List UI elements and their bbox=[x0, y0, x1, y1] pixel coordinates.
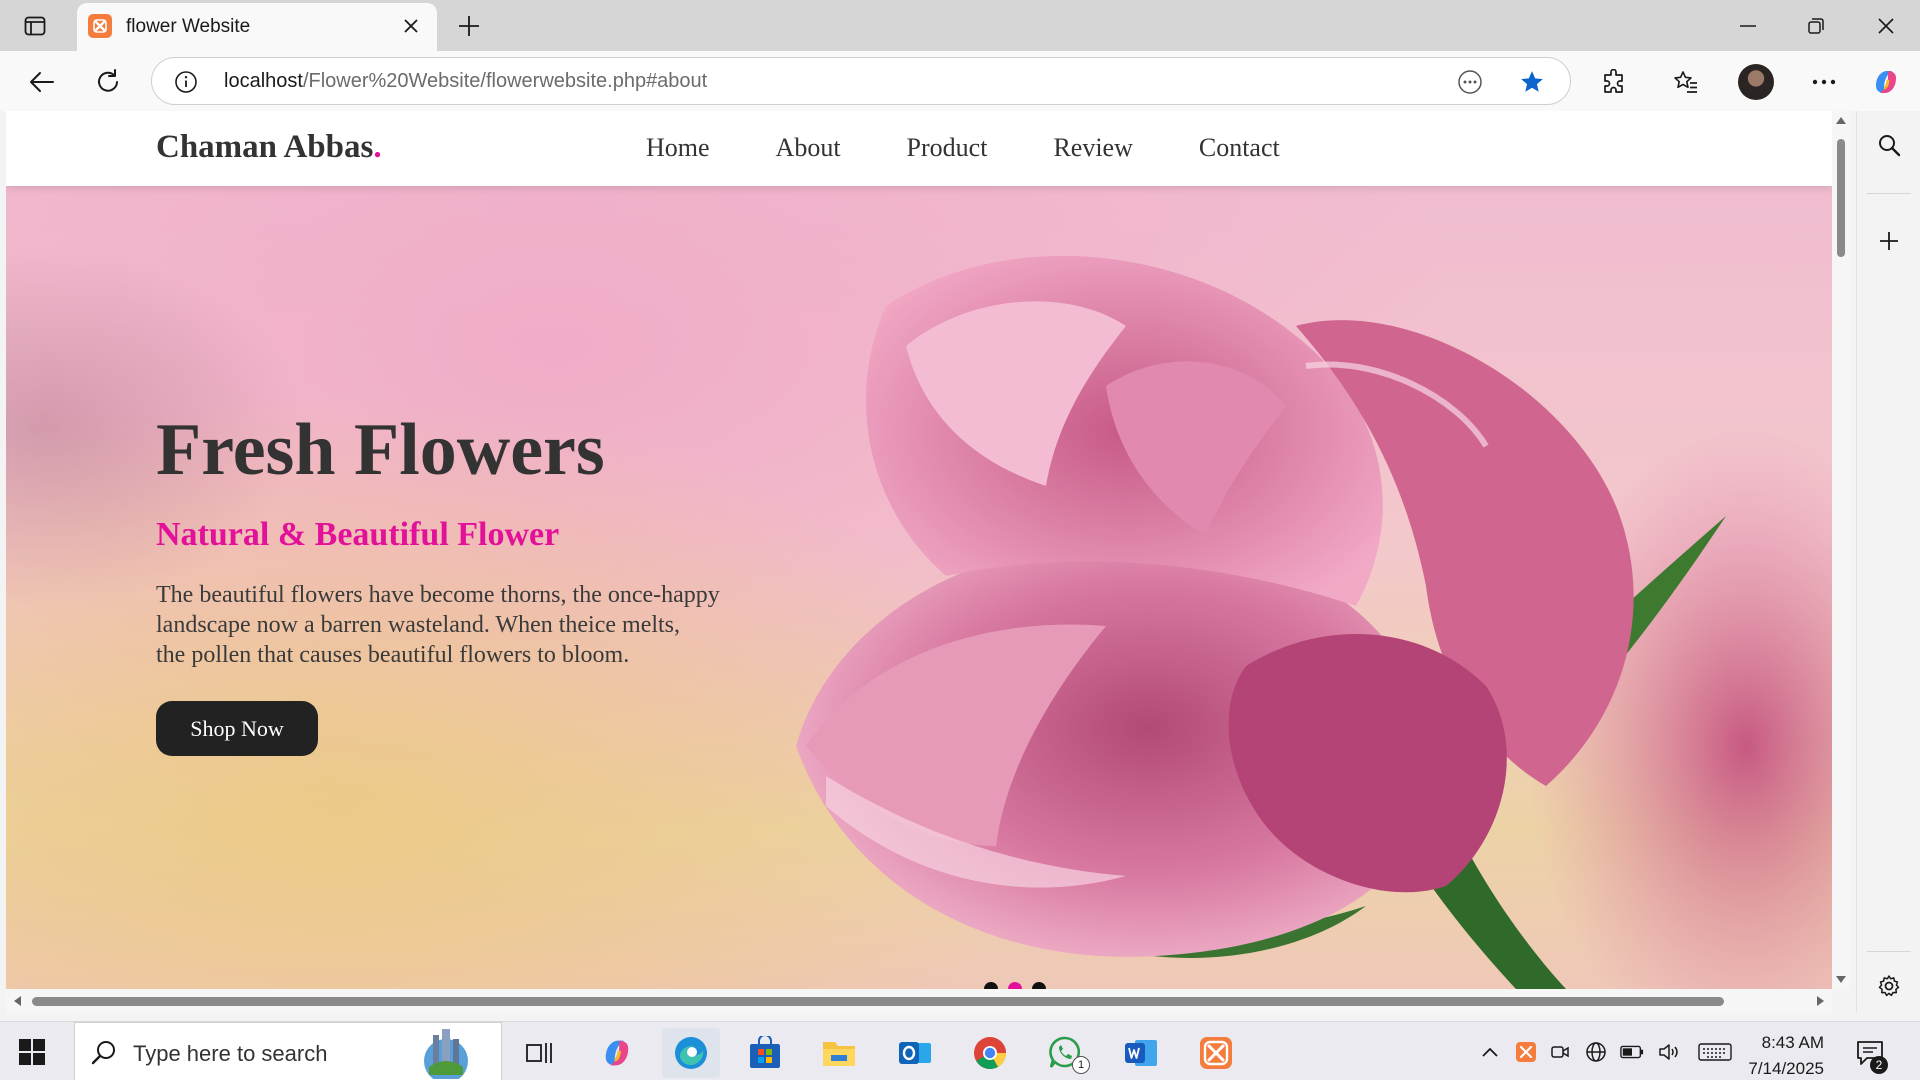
read-aloud-icon[interactable] bbox=[1455, 67, 1485, 97]
meet-now-icon[interactable] bbox=[1548, 1040, 1572, 1064]
slider-dot-active[interactable] bbox=[1008, 982, 1022, 989]
vertical-scroll-thumb[interactable] bbox=[1837, 139, 1845, 257]
brand-logo[interactable]: Chaman Abbas. bbox=[156, 129, 382, 166]
page-viewport: Fresh Flowers Natural & Beautiful Flower… bbox=[6, 111, 1832, 989]
minimize-icon[interactable] bbox=[1714, 0, 1782, 51]
slider-dot[interactable] bbox=[1032, 982, 1046, 989]
search-highlight-icon bbox=[424, 1029, 468, 1079]
favorite-star-icon[interactable] bbox=[1517, 67, 1547, 97]
site-info-icon[interactable] bbox=[174, 70, 198, 94]
word-icon[interactable] bbox=[1112, 1028, 1170, 1078]
slider-dots bbox=[984, 982, 1046, 989]
search-icon[interactable] bbox=[1873, 129, 1905, 161]
keyboard-icon[interactable] bbox=[1698, 1040, 1732, 1064]
xampp-favicon-icon bbox=[88, 14, 112, 38]
site-header: Chaman Abbas. Home About Product Review … bbox=[6, 111, 1832, 186]
refresh-icon[interactable] bbox=[88, 62, 128, 102]
extensions-icon[interactable] bbox=[1594, 62, 1634, 102]
show-hidden-icons-chevron-up-icon[interactable] bbox=[1478, 1040, 1502, 1064]
nav-home[interactable]: Home bbox=[646, 133, 710, 163]
network-globe-icon[interactable] bbox=[1584, 1040, 1608, 1064]
hero-description-line: The beautiful flowers have become thorns… bbox=[156, 582, 720, 608]
edge-browser-icon[interactable] bbox=[662, 1028, 720, 1078]
divider bbox=[1867, 951, 1911, 952]
slider-dot[interactable] bbox=[984, 982, 998, 989]
xampp-tray-icon[interactable] bbox=[1514, 1040, 1538, 1064]
profile-avatar[interactable] bbox=[1738, 64, 1774, 100]
nav-review[interactable]: Review bbox=[1053, 133, 1132, 163]
browser-tab[interactable]: flower Website bbox=[77, 3, 437, 51]
chrome-icon[interactable] bbox=[961, 1028, 1019, 1078]
windows-taskbar: Type here to search 1 8:43 AM 7/14/2025 … bbox=[0, 1021, 1920, 1080]
outlook-icon[interactable] bbox=[886, 1028, 944, 1078]
hero-section: Fresh Flowers Natural & Beautiful Flower… bbox=[6, 186, 1832, 989]
hero-description-line: the pollen that causes beautiful flowers… bbox=[156, 642, 630, 668]
task-view-icon[interactable] bbox=[510, 1028, 568, 1078]
nav-product[interactable]: Product bbox=[907, 133, 988, 163]
nav-contact[interactable]: Contact bbox=[1199, 133, 1280, 163]
new-tab-icon[interactable] bbox=[452, 9, 486, 43]
search-icon bbox=[91, 1041, 115, 1065]
whatsapp-unread-badge: 1 bbox=[1072, 1056, 1090, 1074]
battery-icon[interactable] bbox=[1620, 1040, 1644, 1064]
divider bbox=[1867, 193, 1911, 194]
shop-now-button[interactable]: Shop Now bbox=[156, 701, 318, 756]
vertical-scrollbar[interactable] bbox=[1832, 111, 1850, 989]
url-text[interactable]: localhost/Flower%20Website/flowerwebsite… bbox=[224, 70, 707, 93]
settings-gear-icon[interactable] bbox=[1873, 970, 1905, 1002]
brand-name: Chaman Abbas bbox=[156, 129, 374, 165]
scroll-up-icon[interactable] bbox=[1835, 115, 1847, 125]
close-tab-icon[interactable] bbox=[397, 12, 425, 40]
taskbar-search[interactable]: Type here to search bbox=[74, 1022, 502, 1080]
search-placeholder: Type here to search bbox=[133, 1041, 328, 1066]
tab-title: flower Website bbox=[126, 16, 251, 37]
copilot-icon[interactable] bbox=[1866, 62, 1906, 102]
hero-subtitle: Natural & Beautiful Flower bbox=[156, 516, 560, 553]
main-nav: Home About Product Review Contact bbox=[646, 133, 1280, 163]
browser-titlebar: flower Website bbox=[0, 0, 1920, 51]
browser-side-panel bbox=[1856, 111, 1920, 1013]
clock-time: 8:43 AM bbox=[1761, 1033, 1824, 1052]
xampp-icon[interactable] bbox=[1187, 1028, 1245, 1078]
whatsapp-icon[interactable]: 1 bbox=[1036, 1028, 1094, 1078]
back-icon[interactable] bbox=[22, 62, 62, 102]
address-bar[interactable]: localhost/Flower%20Website/flowerwebsite… bbox=[151, 57, 1571, 105]
url-host: localhost bbox=[224, 70, 303, 92]
favorites-icon[interactable] bbox=[1666, 62, 1706, 102]
hero-description-line: landscape now a barren wasteland. When t… bbox=[156, 612, 681, 638]
scroll-right-icon[interactable] bbox=[1816, 995, 1826, 1007]
scroll-down-icon[interactable] bbox=[1835, 975, 1847, 985]
system-clock[interactable]: 8:43 AM 7/14/2025 bbox=[1738, 1030, 1824, 1080]
sidebar-toggle-icon[interactable] bbox=[20, 12, 50, 40]
url-path: /Flower%20Website/flowerwebsite.php#abou… bbox=[302, 70, 708, 92]
horizontal-scrollbar[interactable] bbox=[6, 989, 1832, 1013]
scroll-left-icon[interactable] bbox=[12, 995, 22, 1007]
restore-icon[interactable] bbox=[1782, 0, 1850, 51]
copilot-app-icon[interactable] bbox=[588, 1028, 646, 1078]
windows-start-icon[interactable] bbox=[18, 1038, 46, 1066]
hero-description: The beautiful flowers have become thorns… bbox=[156, 580, 776, 670]
clock-date: 7/14/2025 bbox=[1748, 1059, 1824, 1078]
close-window-icon[interactable] bbox=[1852, 0, 1920, 51]
brand-dot: . bbox=[373, 129, 382, 165]
hero-title: Fresh Flowers bbox=[156, 409, 605, 491]
file-explorer-icon[interactable] bbox=[810, 1028, 868, 1078]
add-icon[interactable] bbox=[1873, 225, 1905, 257]
notification-count-badge: 2 bbox=[1870, 1056, 1888, 1074]
volume-icon[interactable] bbox=[1658, 1040, 1682, 1064]
horizontal-scroll-thumb[interactable] bbox=[32, 997, 1724, 1006]
more-options-icon[interactable] bbox=[1804, 62, 1844, 102]
microsoft-store-icon[interactable] bbox=[736, 1028, 794, 1078]
nav-about[interactable]: About bbox=[776, 133, 841, 163]
